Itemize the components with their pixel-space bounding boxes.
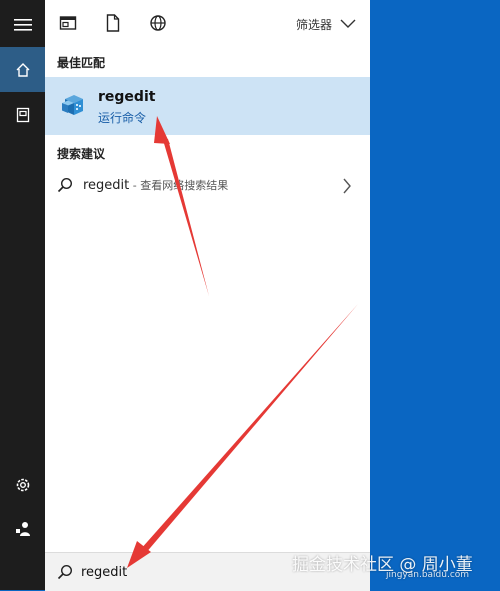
documents-icon [16,107,29,122]
suggestion-text: regedit - 查看网络搜索结果 [83,177,228,193]
web-suggestion-item[interactable]: regedit - 查看网络搜索结果 [45,170,370,202]
search-panel: 筛选器 最佳匹配 regedit 运行命令 搜索建议 regedit - 查看网… [45,0,370,591]
best-match-title: regedit [98,89,156,105]
left-rail [0,0,45,590]
panel-topbar: 筛选器 [45,0,370,47]
filter-dropdown[interactable]: 筛选器 [296,13,356,35]
registry-editor-icon [62,95,83,115]
documents-filter-button[interactable] [100,10,126,36]
suggestion-query: regedit [83,178,130,193]
document-icon [106,14,120,32]
user-icon [15,521,30,536]
chevron-down-icon [340,19,356,28]
suggestion-hint: - 查看网络搜索结果 [129,179,229,192]
apps-icon [59,16,77,30]
watermark-subtext: jingyan.baidu.com [386,570,470,580]
hamburger-icon [13,18,32,31]
filter-label: 筛选器 [295,17,332,32]
chevron-right-icon [343,178,351,194]
home-button[interactable] [0,47,45,92]
web-filter-button[interactable] [145,10,171,36]
settings-button[interactable] [0,462,45,507]
apps-filter-button[interactable] [55,10,81,36]
home-icon [16,62,29,77]
settings-icon [16,478,29,491]
web-icon [150,15,166,31]
best-match-subtitle: 运行命令 [98,111,147,125]
best-match-heading: 最佳匹配 [57,56,106,70]
search-icon [57,177,73,193]
best-match-result[interactable]: regedit 运行命令 [45,77,370,135]
documents-button[interactable] [0,92,45,137]
watermark: 掘金技术社区 @ 周小董 jingyan.baidu.com [292,550,497,586]
user-button[interactable] [0,506,45,551]
hamburger-menu-button[interactable] [0,2,45,47]
search-icon [57,564,73,580]
suggestions-heading: 搜索建议 [57,147,106,161]
